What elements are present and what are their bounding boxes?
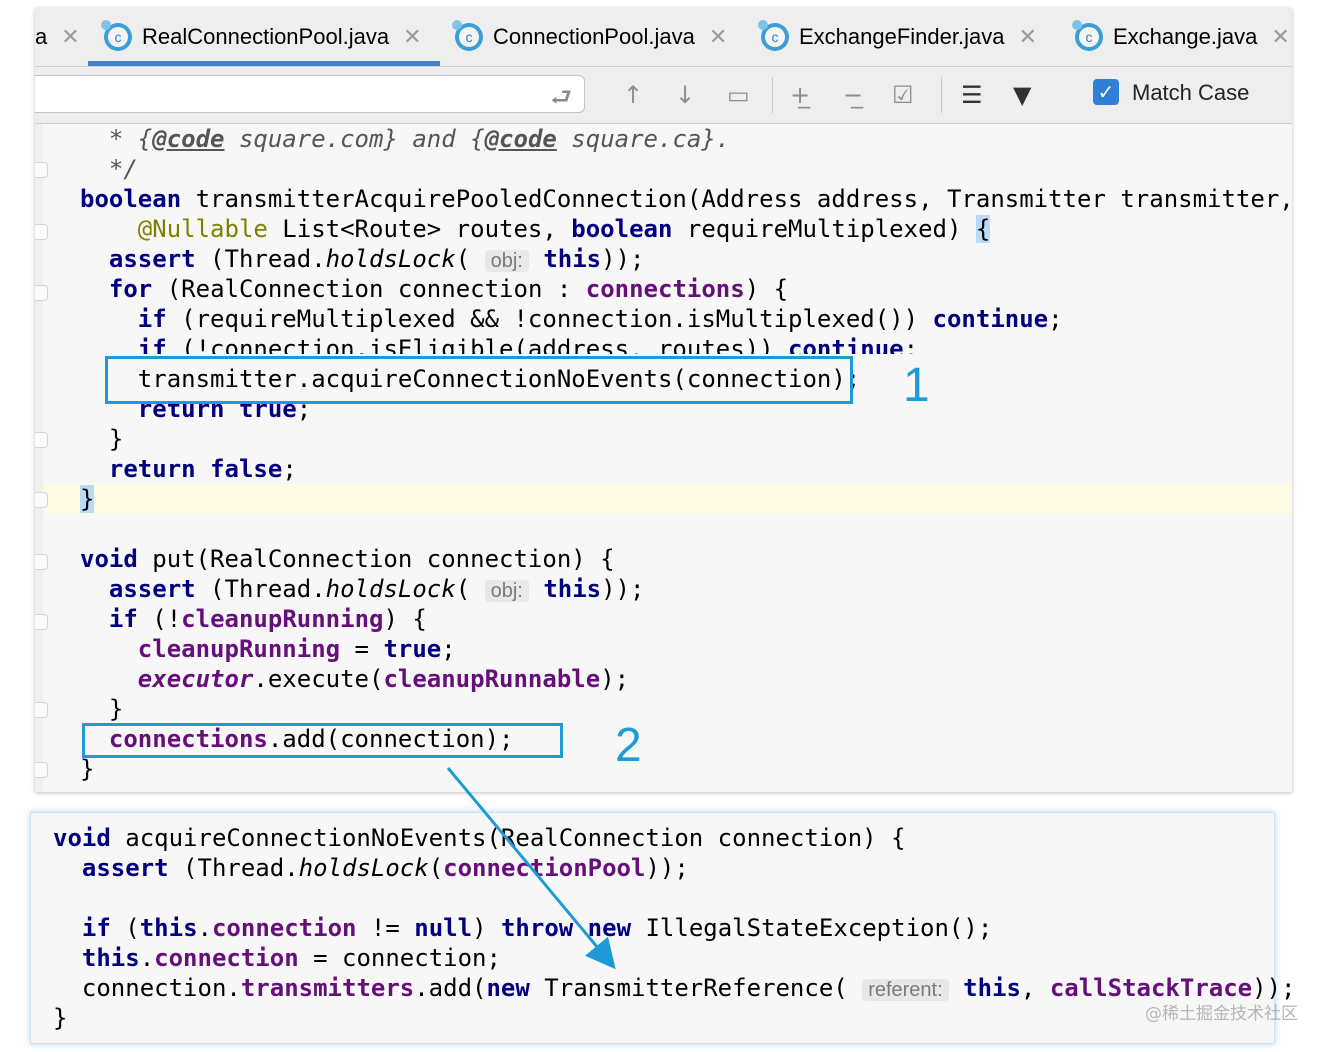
- watermark: @稀土掘金技术社区: [1145, 1004, 1298, 1024]
- filter-lines-icon[interactable]: ☰: [961, 81, 983, 109]
- tab-connectionpool[interactable]: c ConnectionPool.java ✕: [452, 8, 727, 66]
- tab-bar: a ✕ c RealConnectionPool.java ✕ c Connec…: [35, 8, 1292, 67]
- toolbar-separator: [941, 77, 942, 113]
- code-line: }: [80, 755, 95, 783]
- class-icon: c: [101, 20, 132, 51]
- tab-partial[interactable]: a ✕: [35, 8, 80, 66]
- code-line: @Nullable List<Route> routes, boolean re…: [137, 215, 991, 243]
- code-line: if (requireMultiplexed && !connection.is…: [137, 305, 1063, 333]
- tab-label: ConnectionPool.java: [493, 24, 695, 49]
- tab-realconnectionpool[interactable]: c RealConnectionPool.java ✕: [88, 8, 440, 66]
- popup-code-line: connection.transmitters.add(new Transmit…: [53, 974, 1296, 1002]
- toolbar-separator: [772, 77, 773, 113]
- match-case-checkbox[interactable]: ✓: [1093, 79, 1119, 105]
- highlight-box-2: [82, 723, 563, 758]
- code-line: }: [80, 695, 124, 723]
- tab-label: Exchange.java: [1113, 24, 1258, 49]
- highlight-box-1: [105, 356, 853, 404]
- fold-icon[interactable]: [35, 224, 48, 240]
- annotation-number-1: 1: [903, 359, 930, 412]
- fold-icon[interactable]: [35, 492, 48, 508]
- tab-exchangefinder[interactable]: c ExchangeFinder.java ✕: [758, 8, 1037, 66]
- class-icon: c: [452, 20, 483, 51]
- fold-icon[interactable]: [35, 762, 48, 778]
- code-line: assert (Thread.holdsLock( obj: this));: [108, 245, 645, 273]
- fold-icon[interactable]: [35, 285, 48, 301]
- code-line: if (!connection.isEligible(address, rout…: [137, 335, 919, 354]
- search-input[interactable]: ⮐: [35, 75, 585, 113]
- match-case-label: Match Case: [1132, 80, 1250, 105]
- fold-icon[interactable]: [35, 702, 48, 718]
- popup-code-line: this.connection = connection;: [81, 944, 501, 972]
- filter-icon[interactable]: ▼: [1013, 81, 1031, 109]
- code-popup: void acquireConnectionNoEvents(RealConne…: [30, 812, 1295, 1044]
- class-icon: c: [758, 20, 789, 51]
- find-bar: ⮐ ↑ ↓ ▭ +̲ −̲ ☑ ☰ ▼ ✓ Match Case: [35, 67, 1292, 124]
- code-line: void put(RealConnection connection) {: [80, 545, 615, 573]
- code-line: }: [80, 485, 95, 513]
- popup-code-line: if (this.connection != null) throw new I…: [81, 914, 993, 942]
- close-icon[interactable]: ✕: [61, 24, 79, 50]
- tab-exchange[interactable]: c Exchange.java ✕: [1072, 8, 1290, 66]
- tab-label: ExchangeFinder.java: [799, 24, 1005, 49]
- close-icon[interactable]: ✕: [1271, 24, 1289, 50]
- code-line: assert (Thread.holdsLock( obj: this));: [108, 575, 645, 603]
- code-line: return false;: [108, 455, 297, 483]
- add-occurrence-icon[interactable]: +̲: [790, 81, 810, 109]
- popup-code-line: assert (Thread.holdsLock(connectionPool)…: [81, 854, 689, 882]
- arrow-down-icon[interactable]: ↓: [675, 81, 695, 109]
- tab-label: RealConnectionPool.java: [142, 24, 390, 49]
- code-line: for (RealConnection connection : connect…: [108, 275, 789, 303]
- code-line: boolean transmitterAcquirePooledConnecti…: [80, 185, 1292, 213]
- current-line-highlight: [35, 484, 1292, 514]
- code-line: if (!cleanupRunning) {: [108, 605, 427, 633]
- fold-icon[interactable]: [35, 614, 48, 630]
- enter-icon[interactable]: ⮐: [550, 80, 572, 121]
- popup-code-line: void acquireConnectionNoEvents(RealConne…: [53, 824, 906, 852]
- select-occurrences-icon[interactable]: ☑: [892, 81, 914, 109]
- close-icon[interactable]: ✕: [709, 24, 727, 50]
- remove-occurrence-icon[interactable]: −̲: [843, 81, 863, 109]
- fold-icon[interactable]: [35, 554, 48, 570]
- annotation-number-2: 2: [615, 719, 642, 772]
- arrow-up-icon[interactable]: ↑: [623, 81, 643, 109]
- select-all-icon[interactable]: ▭: [727, 81, 750, 109]
- code-line: return true;: [137, 401, 312, 421]
- fold-icon[interactable]: [35, 162, 48, 178]
- fold-icon[interactable]: [35, 432, 48, 448]
- tab-label: a: [35, 24, 48, 49]
- class-icon: c: [1072, 20, 1103, 51]
- close-icon[interactable]: ✕: [1018, 24, 1036, 50]
- close-icon[interactable]: ✕: [403, 24, 421, 50]
- code-line: */: [80, 155, 138, 183]
- code-line: executor.execute(cleanupRunnable);: [137, 665, 630, 693]
- code-line: * {@code square.com} and {@code square.c…: [80, 125, 731, 153]
- popup-code-line: }: [53, 1004, 68, 1032]
- code-line: }: [80, 425, 124, 453]
- code-line: cleanupRunning = true;: [137, 635, 456, 663]
